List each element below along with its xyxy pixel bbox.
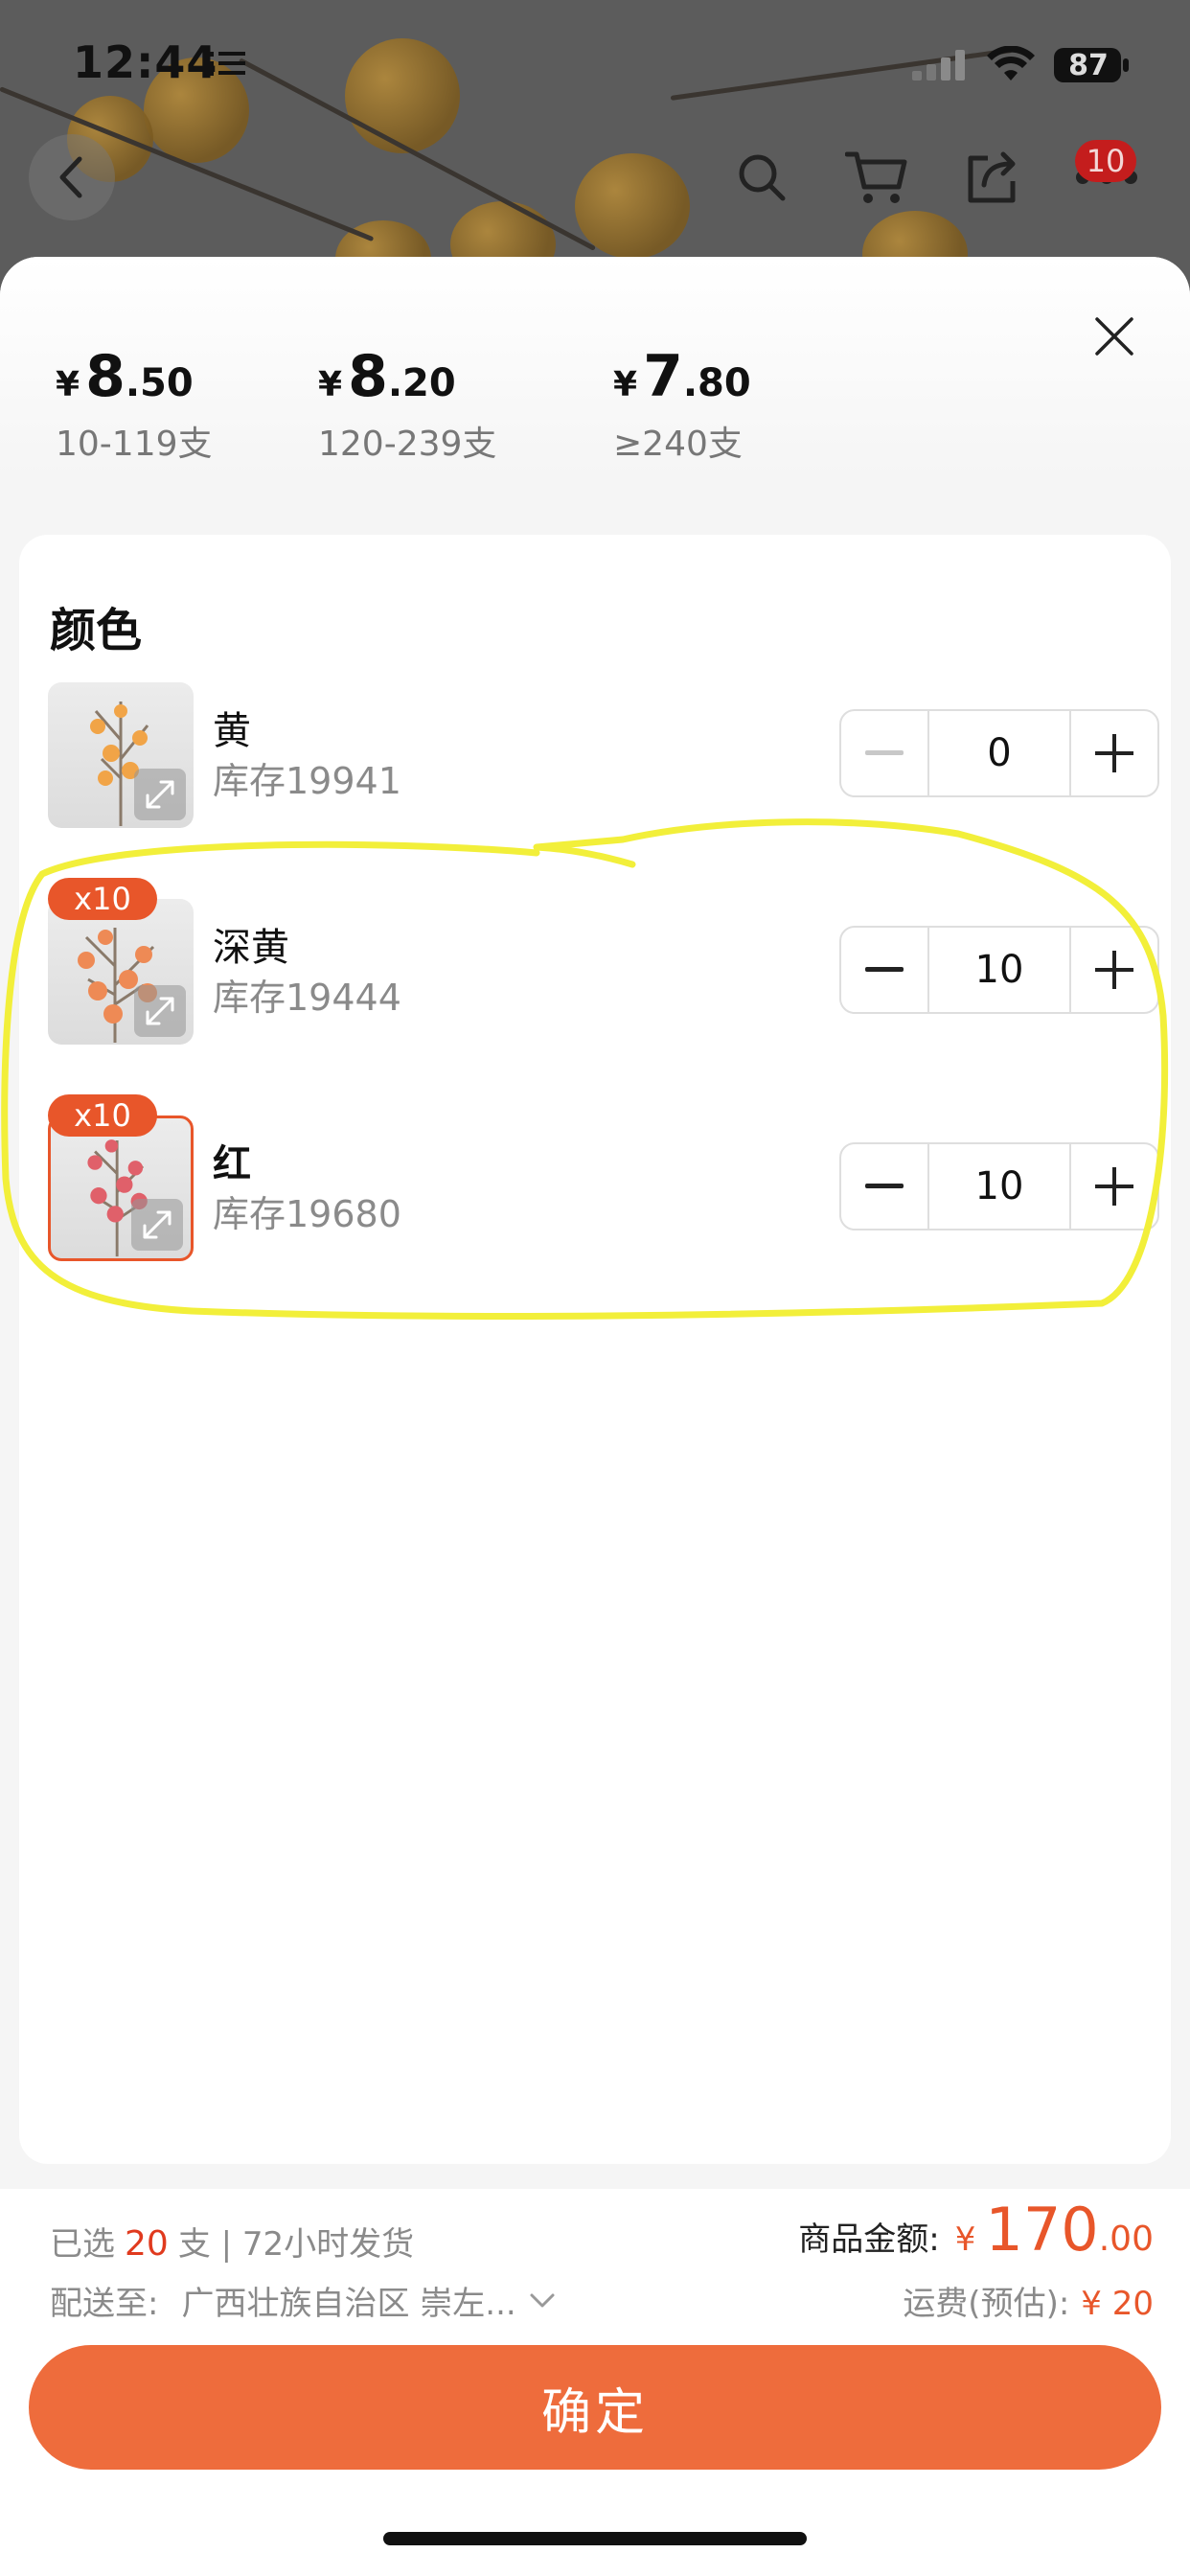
variant-name: 红	[213, 1142, 251, 1186]
total-label: 商品金额:	[798, 2220, 940, 2259]
plus-icon	[1095, 734, 1133, 772]
plus-icon	[1095, 1167, 1133, 1206]
quantity-input[interactable]: 0	[927, 711, 1071, 795]
expand-image-button[interactable]	[134, 985, 186, 1037]
section-title: 颜色	[50, 604, 143, 657]
variant-stock: 库存19444	[213, 977, 401, 1019]
tier-price-decimal: .20	[387, 361, 456, 405]
ship-label: 配送至:	[50, 2285, 159, 2323]
home-indicator[interactable]	[383, 2532, 807, 2545]
quantity-stepper: 10	[839, 1142, 1159, 1230]
total-integer: 170	[985, 2195, 1099, 2265]
cellular-signal-icon	[912, 50, 965, 80]
search-icon	[739, 154, 786, 201]
variant-name: 深黄	[213, 926, 289, 970]
freight-label: 运费(预估):	[903, 2285, 1070, 2323]
variant-name: 黄	[213, 709, 251, 753]
price-tier: ¥ 7 .80 ≥240支	[613, 343, 751, 466]
freight-value: ¥ 20	[1081, 2285, 1154, 2323]
variant-row: 黄 库存19941 0	[48, 682, 1159, 828]
cart-icon	[845, 151, 907, 203]
share-button[interactable]	[958, 144, 1025, 211]
tier-currency: ¥	[613, 365, 638, 404]
tier-price-integer: 8	[348, 343, 388, 410]
close-icon	[1095, 317, 1133, 356]
selection-summary: 已选 20 支 | 72小时发货	[50, 2218, 414, 2265]
variant-thumbnail[interactable]	[48, 682, 194, 828]
price-tier: ¥ 8 .50 10-119支	[56, 343, 213, 466]
tier-price: ¥ 8 .20	[318, 343, 496, 410]
decrement-button[interactable]	[841, 1144, 927, 1229]
variant-row: x10 深黄 库存19444 10	[48, 878, 1159, 1045]
increment-button[interactable]	[1071, 1144, 1157, 1229]
share-icon	[968, 151, 1016, 203]
variant-row: x10 红 库存19680 10	[48, 1094, 1159, 1261]
increment-button[interactable]	[1071, 711, 1157, 795]
variant-stock: 库存19941	[213, 760, 401, 802]
minus-icon	[865, 967, 904, 972]
order-total: 商品金额: ¥ 170 .00	[798, 2195, 1154, 2265]
variant-thumbnail[interactable]	[48, 899, 194, 1045]
tier-price: ¥ 7 .80	[613, 343, 751, 410]
tier-currency: ¥	[56, 365, 80, 404]
freight-estimate: 运费(预估): ¥ 20	[903, 2277, 1154, 2324]
tier-quantity-range: 10-119支	[56, 425, 213, 464]
battery-icon: 87	[1054, 46, 1131, 84]
status-time: 12:44	[73, 36, 218, 88]
selected-suffix: 支 | 72小时发货	[177, 2225, 415, 2264]
focus-list-icon	[209, 52, 245, 76]
total-currency: ¥	[954, 2220, 976, 2259]
increment-button[interactable]	[1071, 928, 1157, 1012]
close-button[interactable]	[1083, 305, 1146, 368]
minus-icon	[865, 750, 904, 755]
expand-image-button[interactable]	[131, 1199, 183, 1251]
expand-icon	[146, 780, 174, 809]
expand-icon	[143, 1210, 172, 1239]
variant-thumbnail[interactable]	[48, 1116, 194, 1261]
decrement-button[interactable]	[841, 928, 927, 1012]
ship-address: 广西壮族自治区 崇左...	[181, 2285, 516, 2323]
tier-price-decimal: .50	[125, 361, 194, 405]
tier-currency: ¥	[318, 365, 343, 404]
back-icon	[59, 156, 82, 198]
variant-stock: 库存19680	[213, 1193, 401, 1235]
tier-price: ¥ 8 .50	[56, 343, 213, 410]
color-option-card: 颜色 黄 库存19941 0 x10 深黄 库存19444 10 x10 红 库…	[19, 535, 1171, 2164]
shipping-destination[interactable]: 配送至: 广西壮族自治区 崇左...	[50, 2277, 557, 2324]
status-bar: 12:44 87	[0, 0, 1190, 125]
tier-price-integer: 7	[643, 343, 683, 410]
selected-count-badge: x10	[48, 1094, 157, 1137]
minus-icon	[865, 1184, 904, 1188]
total-decimal: .00	[1098, 2220, 1154, 2259]
expand-image-button[interactable]	[134, 769, 186, 820]
plus-icon	[1095, 951, 1133, 989]
tier-quantity-range: ≥240支	[613, 425, 743, 464]
cart-count-badge: 10	[1075, 140, 1136, 182]
selected-count-badge: x10	[48, 878, 157, 920]
cart-button[interactable]	[843, 144, 910, 211]
chevron-down-icon	[530, 2293, 555, 2307]
battery-level: 87	[1068, 49, 1109, 82]
quantity-input[interactable]: 10	[927, 928, 1071, 1012]
wifi-icon	[987, 46, 1035, 80]
quantity-stepper: 0	[839, 709, 1159, 797]
search-button[interactable]	[728, 144, 795, 211]
top-nav-bar	[0, 134, 1190, 240]
expand-icon	[146, 997, 174, 1025]
quantity-input[interactable]: 10	[927, 1144, 1071, 1229]
back-button[interactable]	[29, 134, 115, 220]
tier-price-integer: 8	[85, 343, 126, 410]
tier-quantity-range: 120-239支	[318, 425, 497, 464]
confirm-button[interactable]: 确定	[29, 2345, 1161, 2470]
price-tier: ¥ 8 .20 120-239支	[318, 343, 496, 466]
quantity-stepper: 10	[839, 926, 1159, 1014]
tier-price-decimal: .80	[682, 361, 751, 405]
decrement-button[interactable]	[841, 711, 927, 795]
selected-prefix: 已选	[50, 2225, 115, 2264]
checkout-footer: 已选 20 支 | 72小时发货 配送至: 广西壮族自治区 崇左... 商品金额: …	[0, 2189, 1190, 2576]
selected-count: 20	[125, 2224, 169, 2264]
